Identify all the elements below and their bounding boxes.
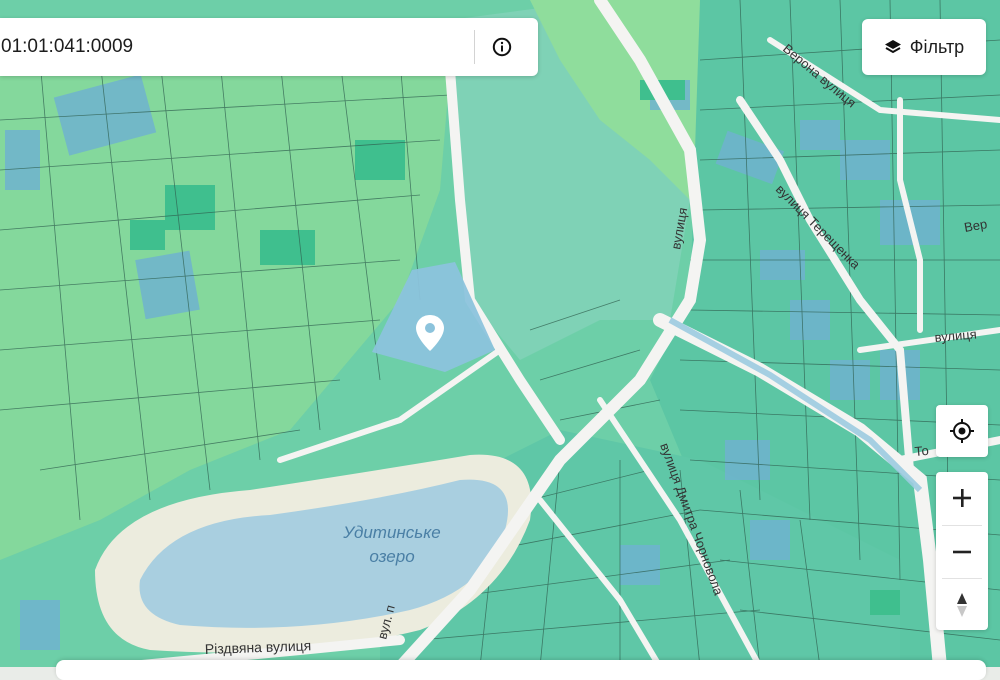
compass-icon	[957, 593, 967, 617]
lake-label-line1: Удитинське	[342, 523, 440, 542]
search-bar	[0, 18, 538, 76]
filter-label: Фільтр	[909, 36, 965, 57]
info-icon	[492, 37, 512, 57]
layers-icon	[884, 40, 901, 54]
zoom-in-button[interactable]	[936, 472, 988, 524]
minus-icon	[953, 550, 971, 554]
compass-button[interactable]	[936, 579, 988, 631]
bottom-info-panel[interactable]	[56, 660, 986, 680]
plus-icon	[953, 489, 971, 507]
info-button[interactable]	[484, 29, 520, 65]
filter-button[interactable]: Фільтр	[862, 19, 986, 75]
zoom-controls	[936, 472, 988, 630]
locate-icon	[950, 419, 974, 443]
cadastral-map[interactable]: Удитинське озеро Різдвяна вулиця вул. п …	[0, 0, 1000, 667]
search-divider	[474, 30, 475, 64]
locate-button[interactable]	[936, 405, 988, 457]
cadastral-search-input[interactable]	[0, 18, 470, 76]
zoom-out-button[interactable]	[936, 526, 988, 578]
street-label-to: То	[914, 443, 929, 459]
lake-label-line2: озеро	[369, 547, 414, 566]
